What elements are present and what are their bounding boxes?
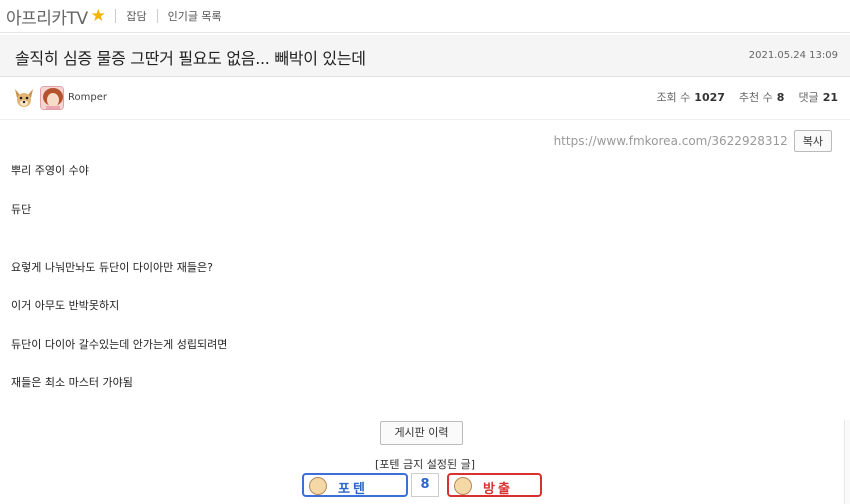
- user-avatar[interactable]: [40, 86, 64, 110]
- nav-divider: [156, 9, 158, 23]
- board-name-link[interactable]: 아프리카TV ★: [6, 4, 106, 29]
- post-stats: 조회 수 1027 추천 수8 댓글 21: [656, 89, 838, 105]
- post-url[interactable]: https://www.fmkorea.com/3622928312: [554, 134, 788, 148]
- post-title[interactable]: 솔직히 심증 물증 그딴거 필요도 없음... 빼박이 있는데: [15, 45, 366, 69]
- dog-avatar-icon: [12, 86, 36, 110]
- views-stat: 조회 수 1027: [656, 91, 725, 104]
- copy-url-button[interactable]: 복사: [793, 130, 832, 152]
- face-icon: [309, 477, 327, 495]
- recommend-stat: 추천 수8: [738, 91, 785, 104]
- vote-count: 8: [411, 473, 439, 497]
- body-line: 요렇게 나눠만놔도 듀단이 다이아만 재들은?: [11, 261, 213, 274]
- scrollbar[interactable]: [844, 420, 850, 504]
- post-link-row: https://www.fmkorea.com/3622928312 복사: [554, 130, 832, 152]
- comments-stat[interactable]: 댓글 21: [798, 89, 838, 105]
- nav-divider: [115, 9, 117, 23]
- board-name[interactable]: 아프리카TV: [6, 4, 88, 29]
- post-title-bar: 솔직히 심증 물증 그딴거 필요도 없음... 빼박이 있는데 2021.05.…: [0, 35, 850, 77]
- body-line: 재들은 최소 마스터 가야됨: [11, 376, 133, 389]
- nav-link-popular[interactable]: 인기글 목록: [168, 8, 222, 24]
- body-line: 이거 아무도 반박못하지: [11, 299, 120, 312]
- author-bar: Romper 조회 수 1027 추천 수8 댓글 21: [0, 78, 850, 120]
- board-history-button[interactable]: 게시판 이력: [380, 421, 463, 445]
- face-icon: [454, 477, 472, 495]
- upvote-label: 포텐: [338, 482, 368, 497]
- nav-link-chat[interactable]: 잡담: [126, 8, 146, 24]
- downvote-label: 방출: [483, 482, 513, 497]
- body-line: 듀단: [11, 203, 32, 216]
- upvote-button[interactable]: 포텐: [302, 473, 408, 497]
- top-nav: 아프리카TV ★ 잡담 인기글 목록: [0, 0, 850, 33]
- star-icon[interactable]: ★: [91, 6, 106, 26]
- post-date: 2021.05.24 13:09: [748, 50, 838, 61]
- potential-ban-note: [포텐 금지 설정된 글]: [374, 458, 476, 471]
- author-name[interactable]: Romper: [68, 92, 107, 103]
- vote-bar: 포텐 8 방출: [302, 473, 542, 499]
- downvote-button[interactable]: 방출: [447, 473, 542, 497]
- body-line: 듀단이 다이아 갈수있는데 안가는게 성립되려면: [11, 338, 228, 351]
- body-line: 뿌리 주영이 수야: [11, 164, 89, 177]
